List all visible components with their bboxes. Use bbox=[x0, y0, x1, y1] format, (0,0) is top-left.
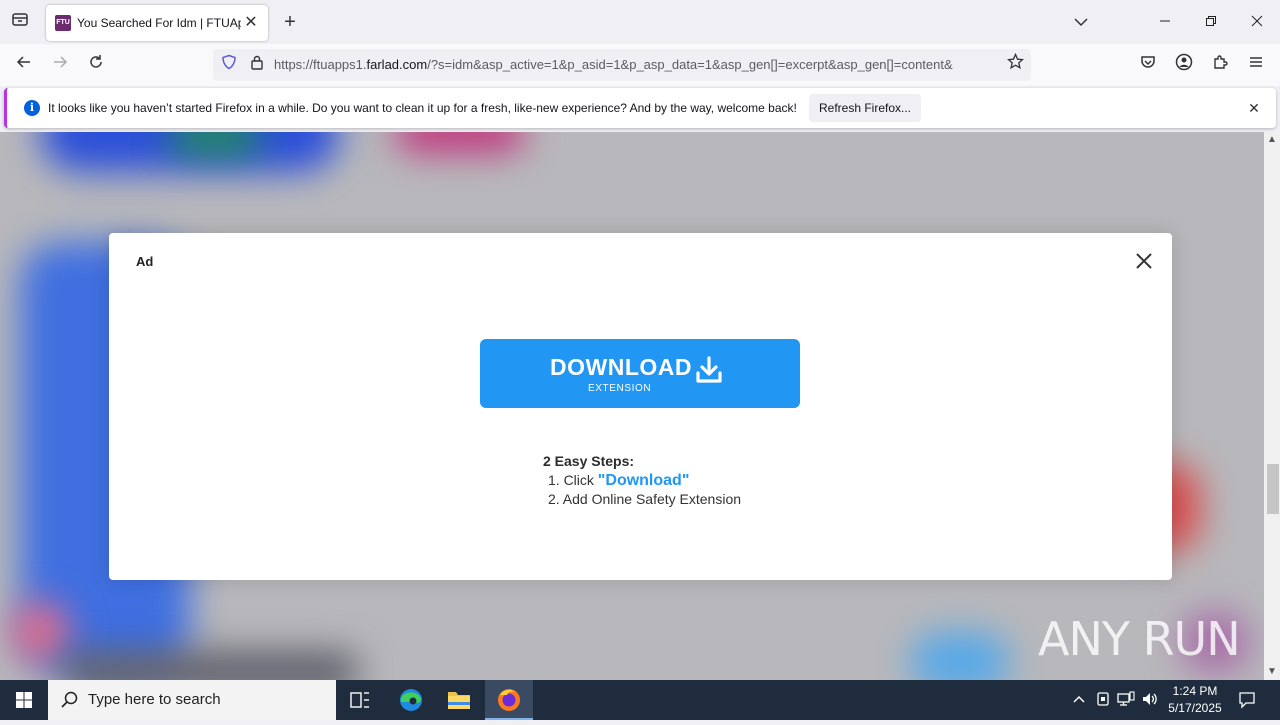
restore-icon[interactable] bbox=[1188, 0, 1234, 44]
scroll-up-icon[interactable]: ▲ bbox=[1264, 132, 1280, 148]
tab-manager-icon[interactable] bbox=[8, 10, 32, 34]
step-1-text: 1. Click bbox=[548, 472, 598, 488]
steps-title: 2 Easy Steps: bbox=[543, 453, 635, 469]
task-view-icon[interactable] bbox=[336, 680, 384, 720]
anyrun-watermark: ANY RUN bbox=[1038, 612, 1241, 666]
reload-icon[interactable] bbox=[84, 53, 108, 77]
lock-icon[interactable] bbox=[245, 53, 269, 77]
network-icon[interactable] bbox=[1117, 691, 1135, 709]
page-scrollbar[interactable]: ▲ ▼ bbox=[1264, 132, 1280, 680]
blurred-shape bbox=[910, 632, 1010, 680]
url-text[interactable]: https://ftuapps1.farlad.com/?s=idm&asp_a… bbox=[274, 57, 998, 73]
extensions-icon[interactable] bbox=[1208, 53, 1232, 77]
pocket-icon[interactable] bbox=[1136, 53, 1160, 77]
taskbar-search-placeholder: Type here to search bbox=[88, 691, 221, 708]
taskbar-search-box[interactable]: Type here to search bbox=[48, 680, 336, 720]
modal-close-icon[interactable] bbox=[1131, 248, 1157, 274]
firefox-taskbar-icon[interactable] bbox=[485, 680, 533, 720]
tray-chevron-icon[interactable] bbox=[1070, 691, 1088, 709]
step-1: 1. Click "Download" bbox=[548, 471, 689, 490]
refresh-notification-bar: i It looks like you haven’t started Fire… bbox=[4, 88, 1276, 128]
url-bar[interactable]: https://ftuapps1.farlad.com/?s=idm&asp_a… bbox=[213, 49, 1031, 81]
edge-icon[interactable] bbox=[387, 680, 435, 720]
tab-favicon: FTU bbox=[55, 15, 71, 31]
url-host: farlad.com bbox=[366, 57, 428, 72]
tray-device-icon[interactable] bbox=[1094, 691, 1112, 709]
scrollbar-thumb[interactable] bbox=[1267, 464, 1279, 514]
search-icon bbox=[60, 690, 80, 710]
minimize-icon[interactable] bbox=[1142, 0, 1188, 44]
menu-icon[interactable] bbox=[1244, 53, 1268, 77]
notification-message: It looks like you haven’t started Firefo… bbox=[48, 101, 797, 115]
new-tab-icon[interactable]: + bbox=[278, 10, 302, 34]
blurred-shape bbox=[170, 132, 260, 152]
account-icon[interactable] bbox=[1172, 53, 1196, 77]
blurred-shape bbox=[10, 602, 70, 662]
step-1-highlight: "Download" bbox=[597, 472, 690, 489]
bookmark-star-icon[interactable] bbox=[1003, 52, 1027, 77]
clock-time: 1:24 PM bbox=[1172, 684, 1218, 698]
url-prefix: https://ftuapps1. bbox=[274, 57, 367, 72]
download-icon bbox=[694, 355, 724, 385]
blurred-shape bbox=[395, 132, 525, 152]
volume-icon[interactable] bbox=[1141, 691, 1159, 709]
tab-strip: FTU You Searched For Idm | FTUApps ✕ + bbox=[0, 0, 1280, 44]
windows-start-icon[interactable] bbox=[0, 680, 48, 720]
list-tabs-icon[interactable] bbox=[1058, 0, 1104, 44]
notification-close-icon[interactable]: ✕ bbox=[1244, 98, 1264, 118]
step-2: 2. Add Online Safety Extension bbox=[548, 491, 742, 507]
close-window-icon[interactable] bbox=[1234, 0, 1280, 44]
tab-title: You Searched For Idm | FTUApps bbox=[77, 16, 241, 30]
download-extension-button[interactable]: DOWNLOAD EXTENSION bbox=[480, 339, 800, 408]
url-path: /?s=idm&asp_active=1&p_asid=1&p_asp_data… bbox=[427, 57, 953, 72]
ad-label: Ad bbox=[136, 254, 154, 269]
info-icon: i bbox=[24, 100, 40, 116]
download-button-label: DOWNLOAD bbox=[550, 354, 692, 380]
taskbar-clock[interactable]: 1:24 PM 5/17/2025 bbox=[1164, 683, 1226, 717]
file-explorer-icon[interactable] bbox=[435, 680, 483, 720]
tab-close-icon[interactable]: ✕ bbox=[242, 14, 260, 32]
clock-date: 5/17/2025 bbox=[1168, 701, 1222, 715]
tracking-protection-icon[interactable] bbox=[217, 53, 241, 77]
windows-taskbar: Type here to search 1:24 PM 5/17/2025 bbox=[0, 680, 1280, 720]
scroll-down-icon[interactable]: ▼ bbox=[1264, 664, 1280, 680]
back-icon[interactable] bbox=[12, 53, 36, 77]
ad-modal: Ad DOWNLOAD EXTENSION 2 Easy Steps: 1. C… bbox=[109, 233, 1172, 580]
blurred-shape bbox=[60, 652, 360, 680]
navigation-bar: https://ftuapps1.farlad.com/?s=idm&asp_a… bbox=[0, 44, 1280, 86]
forward-icon[interactable] bbox=[48, 53, 72, 77]
active-tab[interactable]: FTU You Searched For Idm | FTUApps ✕ bbox=[46, 5, 268, 41]
refresh-firefox-button[interactable]: Refresh Firefox... bbox=[809, 94, 921, 122]
download-button-sublabel: EXTENSION bbox=[588, 383, 652, 394]
notifications-icon[interactable] bbox=[1238, 691, 1256, 709]
